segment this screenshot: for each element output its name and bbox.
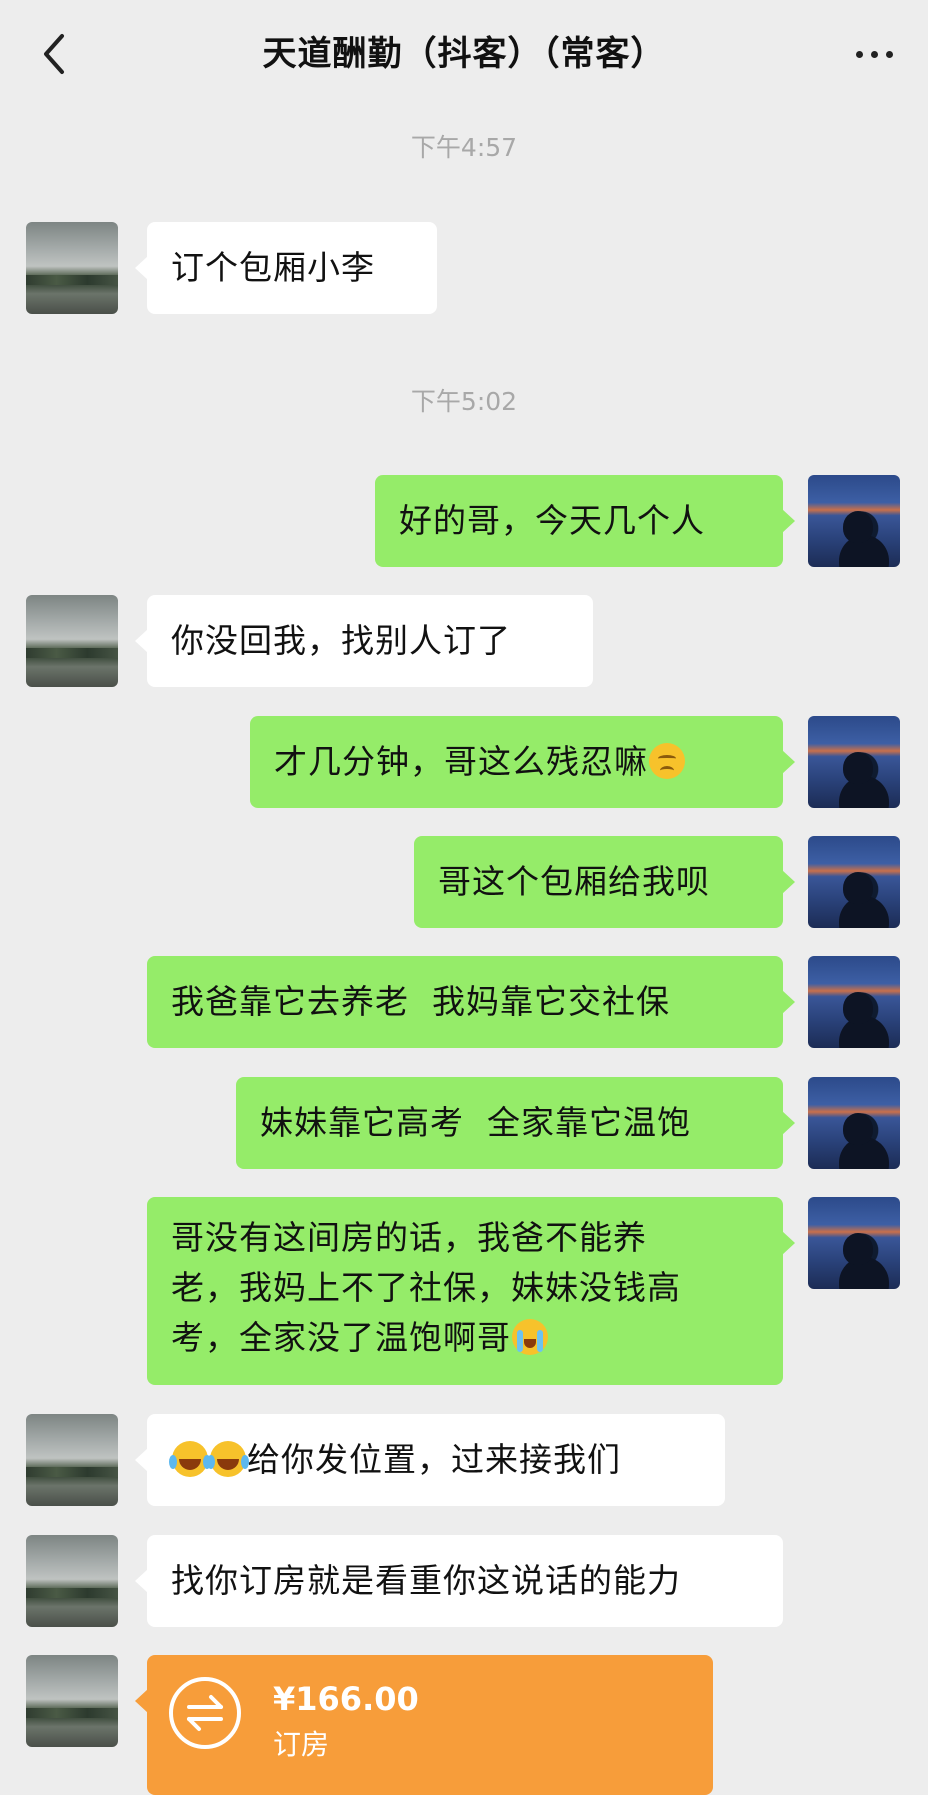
outgoing-message[interactable]: 哥没有这间房的话，我爸不能养 老，我妈上不了社保，妹妹没钱高 考，全家没了温饱啊… bbox=[147, 1197, 795, 1385]
crying-emoji-icon bbox=[512, 1319, 548, 1355]
timestamp: 下午4:57 bbox=[410, 133, 518, 162]
chat-header: 天道酬勤（抖客）（常客） bbox=[0, 0, 928, 110]
message-text: 我爸靠它去养老 我妈靠它交社保 bbox=[171, 982, 670, 1021]
back-icon[interactable] bbox=[30, 28, 78, 80]
message-text-line: 哥没有这间房的话，我爸不能养 bbox=[171, 1218, 647, 1257]
tears-of-joy-emoji-icon bbox=[169, 1441, 208, 1477]
message-text: 哥这个包厢给我呗 bbox=[438, 862, 710, 901]
incoming-message[interactable]: 订个包厢小李 bbox=[135, 222, 437, 314]
message-text: 才几分钟，哥这么残忍嘛 bbox=[274, 742, 648, 781]
transfer-card[interactable]: ¥166.00 订房 bbox=[135, 1655, 713, 1795]
outgoing-message[interactable]: 哥这个包厢给我呗 bbox=[414, 836, 795, 928]
message-text: 好的哥，今天几个人 bbox=[399, 501, 705, 540]
incoming-message[interactable]: 给你发位置，过来接我们 bbox=[135, 1414, 725, 1506]
incoming-message[interactable]: 你没回我，找别人订了 bbox=[135, 595, 593, 687]
my-avatar[interactable] bbox=[808, 716, 900, 808]
contact-avatar[interactable] bbox=[26, 222, 118, 314]
timestamp: 下午5:02 bbox=[410, 387, 518, 416]
transfer-amount: ¥166.00 bbox=[273, 1680, 419, 1718]
frown-emoji-icon bbox=[649, 743, 685, 779]
my-avatar[interactable] bbox=[808, 836, 900, 928]
outgoing-message[interactable]: 我爸靠它去养老 我妈靠它交社保 bbox=[147, 956, 795, 1048]
more-options-icon[interactable] bbox=[846, 30, 902, 78]
my-avatar[interactable] bbox=[808, 956, 900, 1048]
transfer-label: 订房 bbox=[273, 1728, 330, 1761]
chat-title: 天道酬勤（抖客）（常客） bbox=[262, 34, 666, 74]
my-avatar[interactable] bbox=[808, 1197, 900, 1289]
contact-avatar[interactable] bbox=[26, 1655, 118, 1747]
message-text: 找你订房就是看重你这说话的能力 bbox=[171, 1561, 681, 1600]
transfer-icon bbox=[169, 1677, 241, 1749]
message-text: 你没回我，找别人订了 bbox=[171, 621, 511, 660]
message-text: 妹妹靠它高考 全家靠它温饱 bbox=[260, 1103, 691, 1142]
incoming-message[interactable]: 找你订房就是看重你这说话的能力 bbox=[135, 1535, 783, 1627]
contact-avatar[interactable] bbox=[26, 1414, 118, 1506]
contact-avatar[interactable] bbox=[26, 1535, 118, 1627]
my-avatar[interactable] bbox=[808, 1077, 900, 1169]
message-text: 订个包厢小李 bbox=[171, 248, 375, 287]
message-text-line: 考，全家没了温饱啊哥 bbox=[171, 1318, 511, 1357]
contact-avatar[interactable] bbox=[26, 595, 118, 687]
tears-of-joy-emoji-icon bbox=[207, 1441, 246, 1477]
outgoing-message[interactable]: 才几分钟，哥这么残忍嘛 bbox=[250, 716, 795, 808]
my-avatar[interactable] bbox=[808, 475, 900, 567]
message-text: 给你发位置，过来接我们 bbox=[247, 1440, 621, 1479]
message-text-line: 老，我妈上不了社保，妹妹没钱高 bbox=[171, 1268, 681, 1307]
outgoing-message[interactable]: 好的哥，今天几个人 bbox=[375, 475, 795, 567]
outgoing-message[interactable]: 妹妹靠它高考 全家靠它温饱 bbox=[236, 1077, 795, 1169]
